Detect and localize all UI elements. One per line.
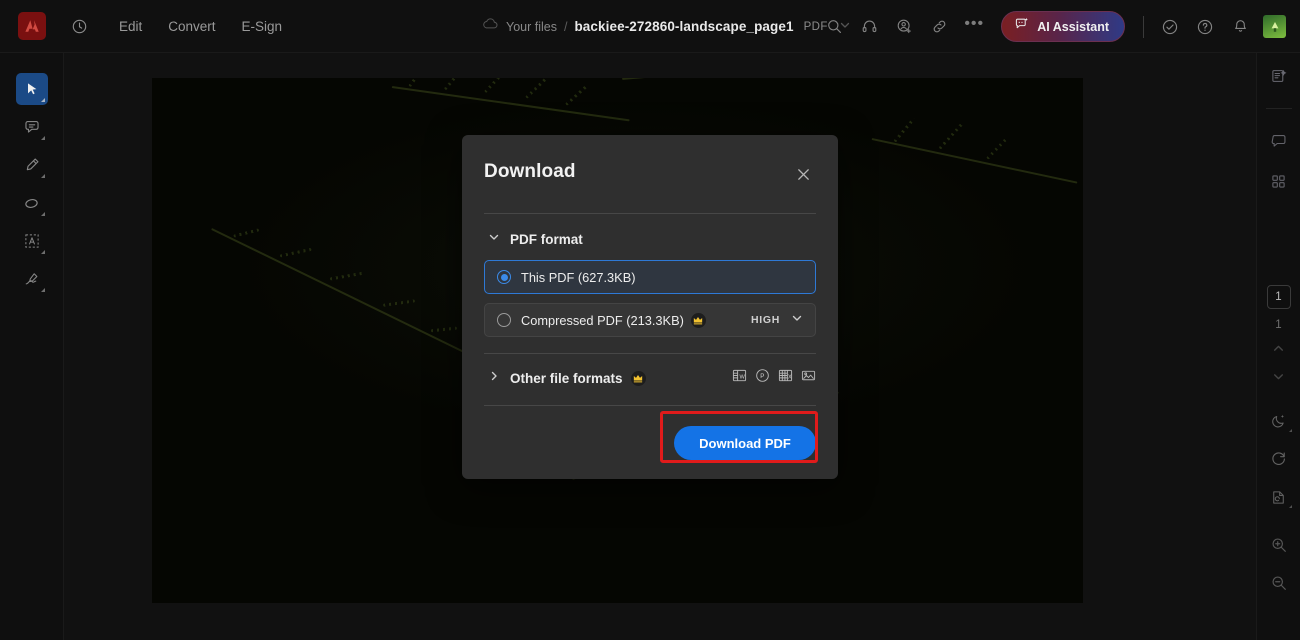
tool-expand-corner: [1288, 429, 1292, 432]
radio-this-pdf[interactable]: [497, 270, 511, 284]
right-rail-top: [1264, 53, 1294, 196]
current-page-input[interactable]: 1: [1266, 285, 1291, 309]
compression-quality-value: HIGH: [750, 314, 780, 326]
night-mode-icon[interactable]: [1264, 405, 1294, 437]
chevron-down-icon: [791, 311, 803, 329]
chevron-up-icon[interactable]: [1266, 337, 1292, 359]
zoom-out-icon[interactable]: [1264, 567, 1294, 599]
other-file-formats[interactable]: Other file formats W P X: [462, 354, 838, 388]
right-tool-rail: 1 1: [1256, 53, 1300, 640]
close-x-icon[interactable]: [790, 161, 816, 187]
crown-icon: [630, 370, 646, 386]
option-compressed-pdf[interactable]: Compressed PDF (213.3KB) HIGH: [484, 303, 816, 337]
pdf-format-section-header[interactable]: PDF format: [462, 214, 838, 248]
word-format-icon[interactable]: W: [732, 368, 747, 388]
dialog-title: Download: [484, 161, 576, 182]
right-rail-divider: [1265, 108, 1292, 109]
other-file-formats-label: Other file formats: [510, 370, 623, 386]
right-rail-bottom: 1 1: [1264, 285, 1294, 599]
zoom-in-icon[interactable]: [1264, 529, 1294, 561]
download-pdf-button[interactable]: Download PDF: [674, 426, 816, 460]
dialog-header: Download: [462, 135, 838, 187]
format-options-list: This PDF (627.3KB) Compressed PDF (213.3…: [462, 248, 838, 337]
compression-quality-select[interactable]: HIGH: [751, 311, 803, 329]
option-compressed-pdf-label: Compressed PDF (213.3KB): [521, 312, 684, 328]
image-format-icon[interactable]: [801, 368, 816, 388]
crown-icon: [690, 312, 706, 328]
dialog-footer: Download PDF: [462, 412, 838, 460]
svg-text:W: W: [740, 374, 746, 380]
dialog-divider-bottom: [484, 405, 816, 406]
organize-pages-icon[interactable]: [1264, 61, 1294, 91]
download-dialog-overlay: Download PDF format This PDF (627.3KB) C…: [0, 0, 1300, 640]
format-icon-row: W P X: [732, 368, 816, 388]
rotate-cw-icon[interactable]: [1264, 443, 1294, 475]
powerpoint-format-icon[interactable]: P: [755, 368, 770, 388]
acrobat-window: Edit Convert E-Sign Your files / backiee…: [0, 0, 1300, 640]
download-pdf-button-label: Download PDF: [699, 435, 791, 451]
tool-expand-corner: [1288, 505, 1292, 508]
svg-text:P: P: [760, 373, 764, 380]
radio-compressed-pdf[interactable]: [497, 313, 511, 327]
chevron-down-icon: [488, 230, 500, 248]
excel-format-icon[interactable]: X: [778, 368, 793, 388]
pdf-format-label: PDF format: [510, 231, 583, 247]
download-dialog: Download PDF format This PDF (627.3KB) C…: [462, 135, 838, 479]
svg-text:X: X: [788, 374, 792, 380]
chevron-right-icon: [488, 369, 500, 387]
comments-panel-icon[interactable]: [1264, 126, 1294, 156]
total-pages-label: 1: [1275, 319, 1282, 331]
option-this-pdf-label: This PDF (627.3KB): [521, 269, 636, 285]
all-tools-icon[interactable]: [1264, 166, 1294, 196]
chevron-down-icon[interactable]: [1266, 365, 1292, 387]
option-this-pdf[interactable]: This PDF (627.3KB): [484, 260, 816, 294]
fit-page-icon[interactable]: [1264, 481, 1294, 513]
